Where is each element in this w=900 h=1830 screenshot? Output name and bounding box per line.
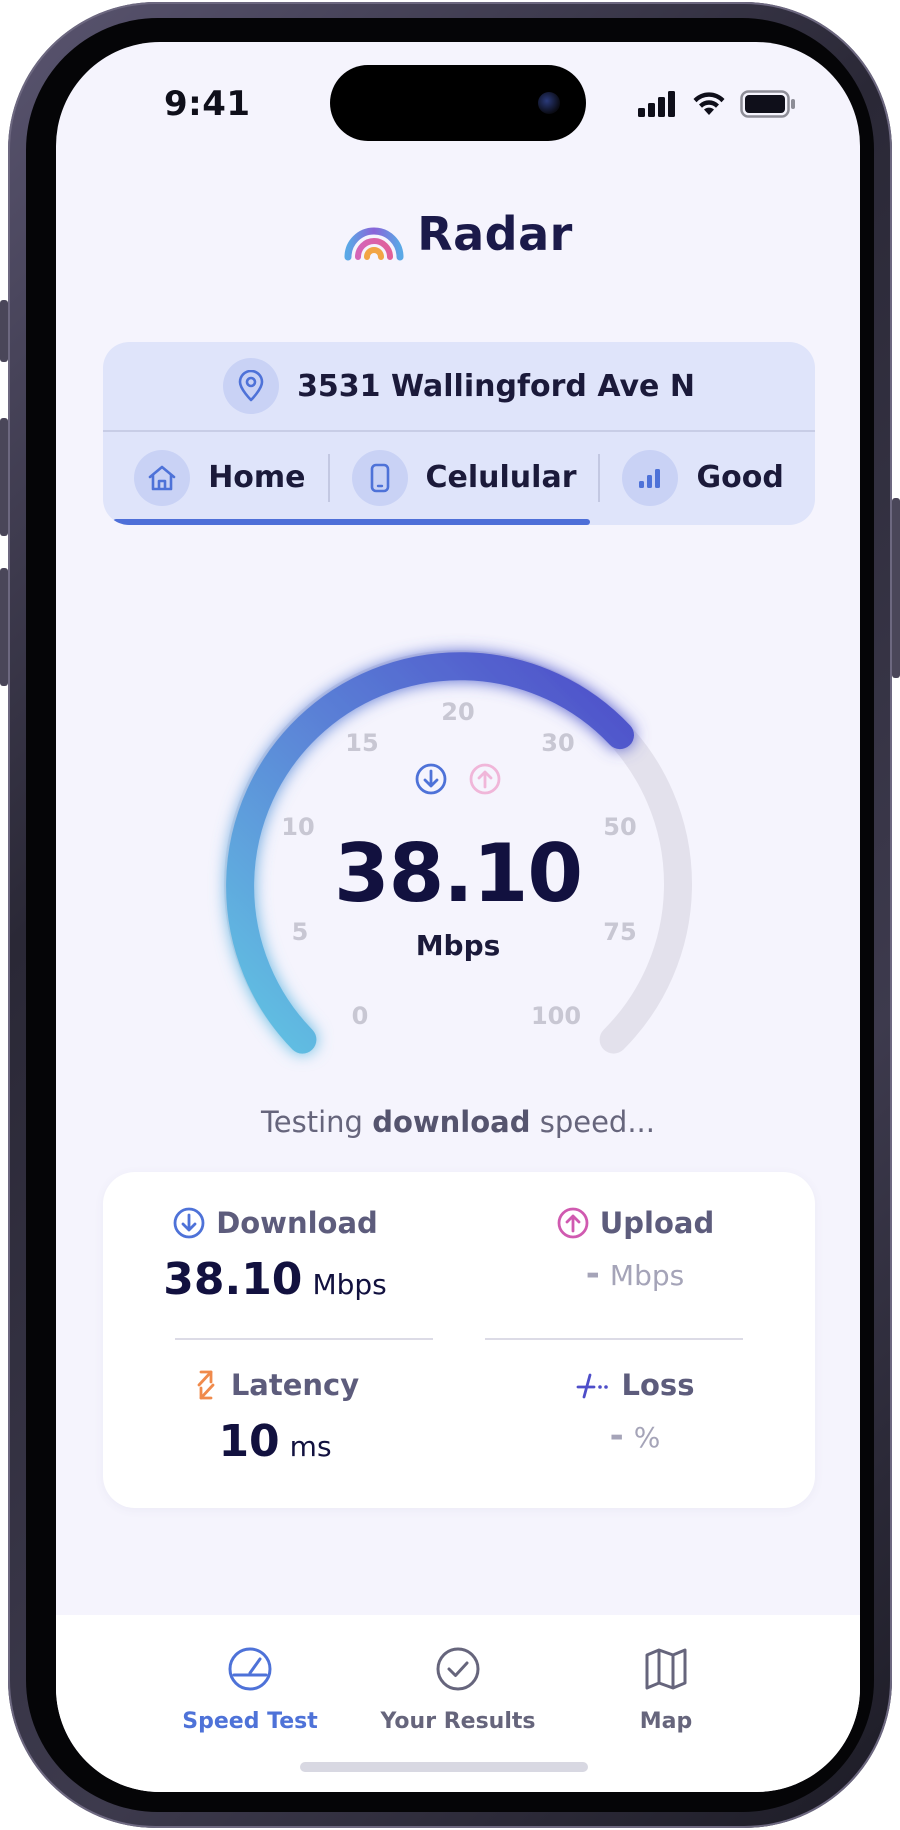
- gauge-tick: 100: [530, 1002, 582, 1030]
- chip-signal-quality[interactable]: Good: [600, 449, 805, 506]
- metric-unit: ms: [289, 1430, 332, 1463]
- check-circle-icon: [436, 1647, 480, 1691]
- chip-connection-type[interactable]: Celulular: [330, 449, 599, 506]
- speed-gauge: 0 5 10 15 20 30 50 75 100 38.10 Mbps: [56, 602, 860, 1072]
- gauge-tick: 0: [351, 1002, 369, 1030]
- metric-divider: [175, 1338, 433, 1340]
- metric-label: Download: [216, 1206, 378, 1240]
- metric-divider: [485, 1338, 743, 1340]
- metric-value: -: [585, 1254, 600, 1294]
- connection-chips: Home Celulular Good: [103, 432, 815, 523]
- power-button: [892, 498, 900, 678]
- chip-label: Home: [208, 460, 306, 495]
- current-speed-value: 38.10: [333, 827, 583, 920]
- upload-arrow-icon: [557, 1207, 589, 1239]
- screen: 9:41 Radar 3531 Wallingford Ave N Home C…: [56, 42, 860, 1792]
- metric-label: Loss: [621, 1368, 695, 1402]
- results-summary-card: Download 38.10 Mbps Upload - Mbps Latenc…: [103, 1172, 815, 1508]
- speedometer-icon: [228, 1647, 272, 1691]
- testing-suffix: speed...: [530, 1105, 655, 1139]
- metric-unit: Mbps: [312, 1268, 387, 1301]
- volume-down-button: [0, 568, 8, 686]
- address-row[interactable]: 3531 Wallingford Ave N: [103, 342, 815, 432]
- metric-upload: Upload - Mbps: [485, 1206, 785, 1294]
- download-arrow-icon: [173, 1207, 205, 1239]
- location-pin-icon: [223, 358, 280, 414]
- chip-label: Celulular: [425, 460, 577, 495]
- dynamic-island: [330, 65, 586, 141]
- metric-value: 38.10: [163, 1254, 303, 1305]
- action-button: [0, 300, 8, 362]
- testing-prefix: Testing: [261, 1105, 373, 1139]
- chip-network-location[interactable]: Home: [112, 449, 327, 506]
- map-icon: [645, 1648, 687, 1690]
- camera-icon: [538, 92, 560, 114]
- direction-indicators: [56, 762, 860, 796]
- download-arrow-icon: [415, 763, 447, 795]
- metric-label: Upload: [599, 1206, 715, 1240]
- gauge-tick: 15: [345, 729, 379, 757]
- chip-label: Good: [696, 460, 784, 495]
- tab-map[interactable]: Map: [566, 1645, 766, 1734]
- tab-label: Your Results: [380, 1709, 536, 1734]
- gauge-tick: 30: [541, 729, 575, 757]
- cellular-signal-icon: [638, 91, 675, 117]
- metric-unit: %: [633, 1421, 661, 1454]
- tab-speed-test[interactable]: Speed Test: [150, 1645, 350, 1734]
- tab-your-results[interactable]: Your Results: [358, 1645, 558, 1734]
- brand-header: Radar: [56, 207, 860, 261]
- tab-label: Map: [639, 1709, 693, 1734]
- connection-info-card: 3531 Wallingford Ave N Home Celulular Go…: [103, 342, 815, 525]
- latency-arrows-icon: [197, 1370, 215, 1400]
- gauge-tick: 20: [441, 698, 475, 726]
- wifi-icon: [693, 92, 725, 115]
- phone-frame: 9:41 Radar 3531 Wallingford Ave N Home C…: [0, 2, 900, 1828]
- tab-label: Speed Test: [182, 1709, 318, 1734]
- radar-logo-icon: [344, 227, 404, 261]
- test-progress-fill: [113, 519, 591, 525]
- metric-value: 10: [218, 1416, 280, 1467]
- upload-arrow-icon: [469, 763, 501, 795]
- metric-label: Latency: [230, 1368, 360, 1402]
- testing-phase: download: [372, 1105, 531, 1139]
- testing-status-text: Testing download speed...: [56, 1105, 860, 1139]
- battery-icon: [740, 90, 795, 118]
- test-progress-bar: [113, 519, 805, 525]
- metric-unit: Mbps: [609, 1259, 685, 1292]
- packet-loss-icon: [576, 1373, 608, 1399]
- metric-value: -: [609, 1416, 624, 1456]
- status-time: 9:41: [164, 84, 251, 124]
- status-icons: [638, 90, 796, 118]
- phone-icon: [351, 449, 408, 506]
- home-indicator[interactable]: [300, 1762, 588, 1772]
- metric-loss: Loss - %: [485, 1368, 785, 1456]
- current-speed-unit: Mbps: [415, 929, 501, 962]
- metric-download: Download 38.10 Mbps: [125, 1206, 425, 1305]
- address-text: 3531 Wallingford Ave N: [297, 368, 695, 404]
- brand-name: Radar: [417, 207, 573, 261]
- volume-up-button: [0, 418, 8, 536]
- home-icon: [134, 449, 191, 506]
- signal-bars-icon: [622, 449, 679, 506]
- metric-latency: Latency 10 ms: [125, 1368, 425, 1467]
